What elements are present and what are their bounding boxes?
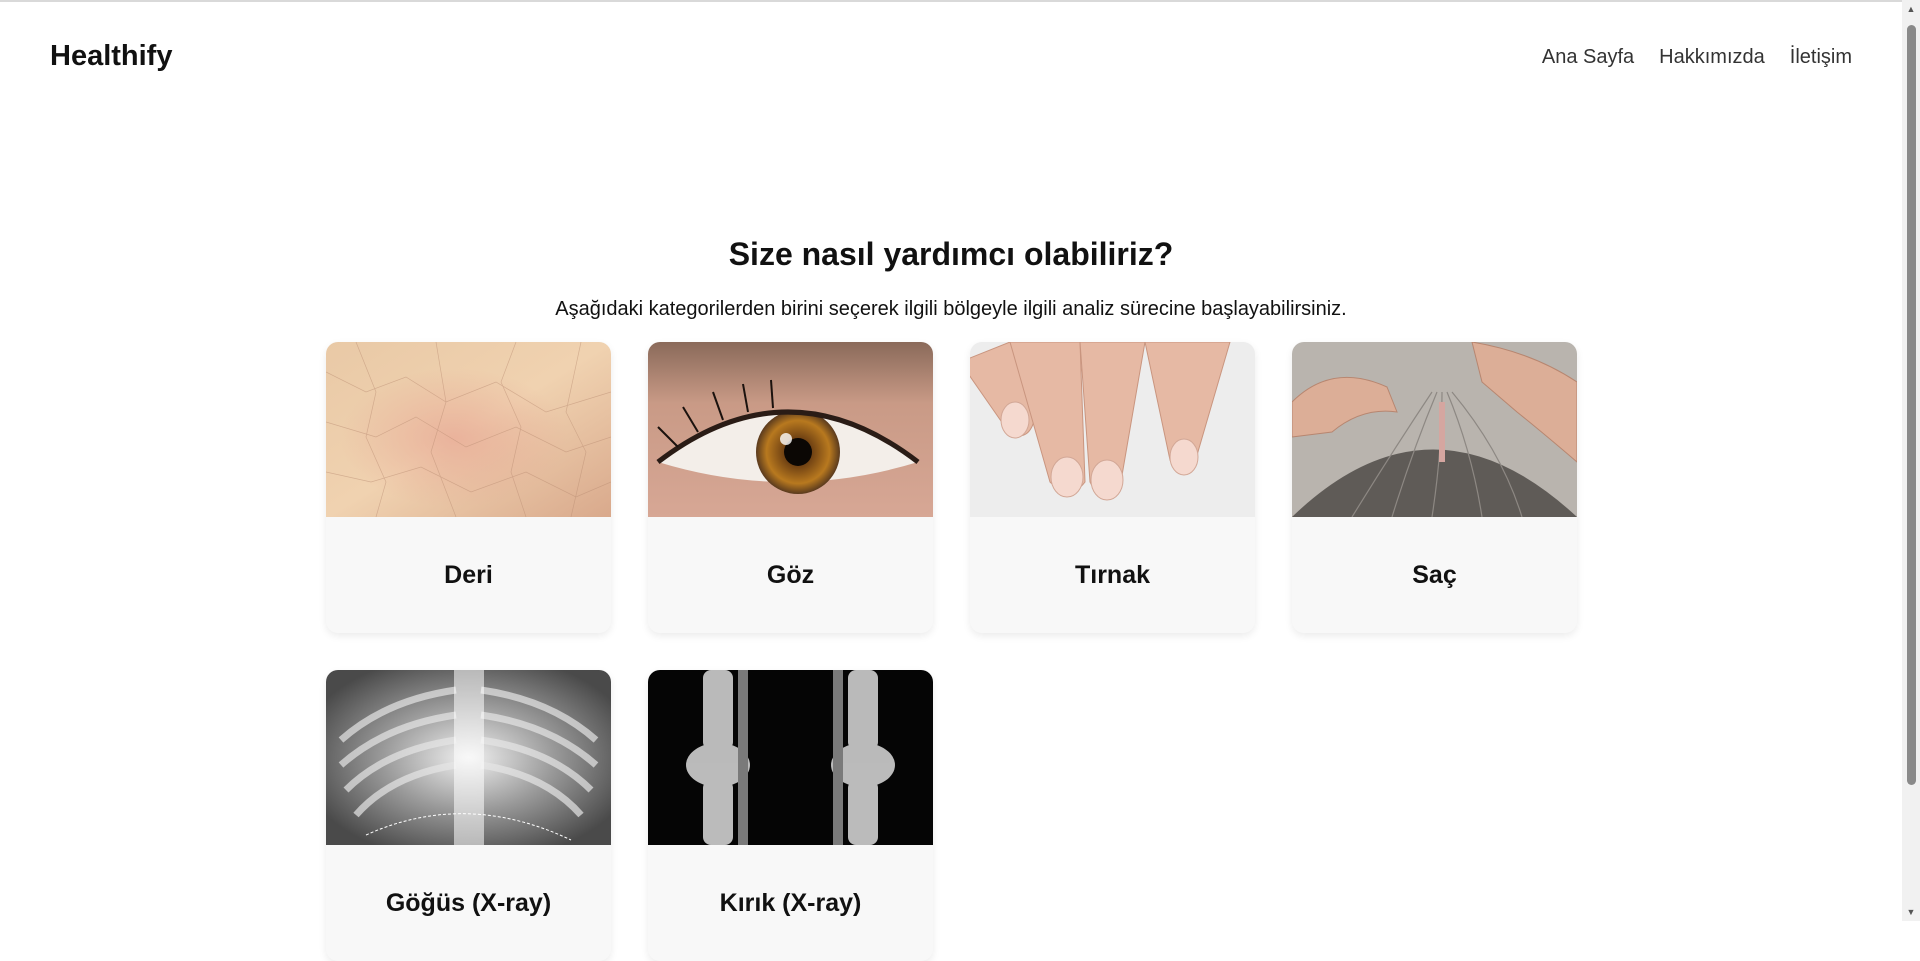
page-title: Size nasıl yardımcı olabiliriz? xyxy=(728,236,1174,272)
nail-image xyxy=(970,342,1255,517)
nav-link-contact[interactable]: İletişim xyxy=(1790,46,1852,69)
scroll-down-arrow-icon[interactable]: ▼ xyxy=(1902,903,1920,921)
main-nav: Ana Sayfa Hakkımızda İletişim xyxy=(1542,46,1852,69)
category-card-nail[interactable]: Tırnak xyxy=(970,342,1255,633)
nav-link-home[interactable]: Ana Sayfa xyxy=(1542,46,1634,69)
category-label-nail: Tırnak xyxy=(1074,560,1151,589)
nav-link-about[interactable]: Hakkımızda xyxy=(1659,46,1765,69)
category-card-skin[interactable]: Deri xyxy=(326,342,611,633)
category-card-fracture-xray[interactable]: Kırık (X-ray) xyxy=(648,670,933,961)
category-label-hair: Saç xyxy=(1412,560,1457,589)
brand-logo[interactable]: Healthify xyxy=(50,40,172,73)
category-card-hair[interactable]: Saç xyxy=(1292,342,1577,633)
category-card-chest-xray[interactable]: Göğüs (X-ray) xyxy=(326,670,611,961)
site-header: Healthify Ana Sayfa Hakkımızda İletişim xyxy=(0,2,1902,112)
skin-image xyxy=(326,342,611,517)
page-subtitle: Aşağıdaki kategorilerden birini seçerek … xyxy=(555,298,1347,320)
scroll-up-arrow-icon[interactable]: ▲ xyxy=(1902,0,1920,18)
vertical-scrollbar[interactable]: ▲ ▼ xyxy=(1902,0,1920,921)
category-label-skin: Deri xyxy=(444,560,493,589)
category-label-fracture-xray: Kırık (X-ray) xyxy=(719,888,862,917)
scrollbar-thumb[interactable] xyxy=(1907,25,1916,785)
knee-xray-image xyxy=(648,670,933,845)
category-label-eye: Göz xyxy=(766,560,815,589)
category-label-chest-xray: Göğüs (X-ray) xyxy=(385,888,552,917)
eye-image xyxy=(648,342,933,517)
chest-xray-image xyxy=(326,670,611,845)
hair-image xyxy=(1292,342,1577,517)
category-card-eye[interactable]: Göz xyxy=(648,342,933,633)
category-grid: Deri Göz Tırnak Saç Göğüs (X-ray) Kırık … xyxy=(326,342,1578,961)
